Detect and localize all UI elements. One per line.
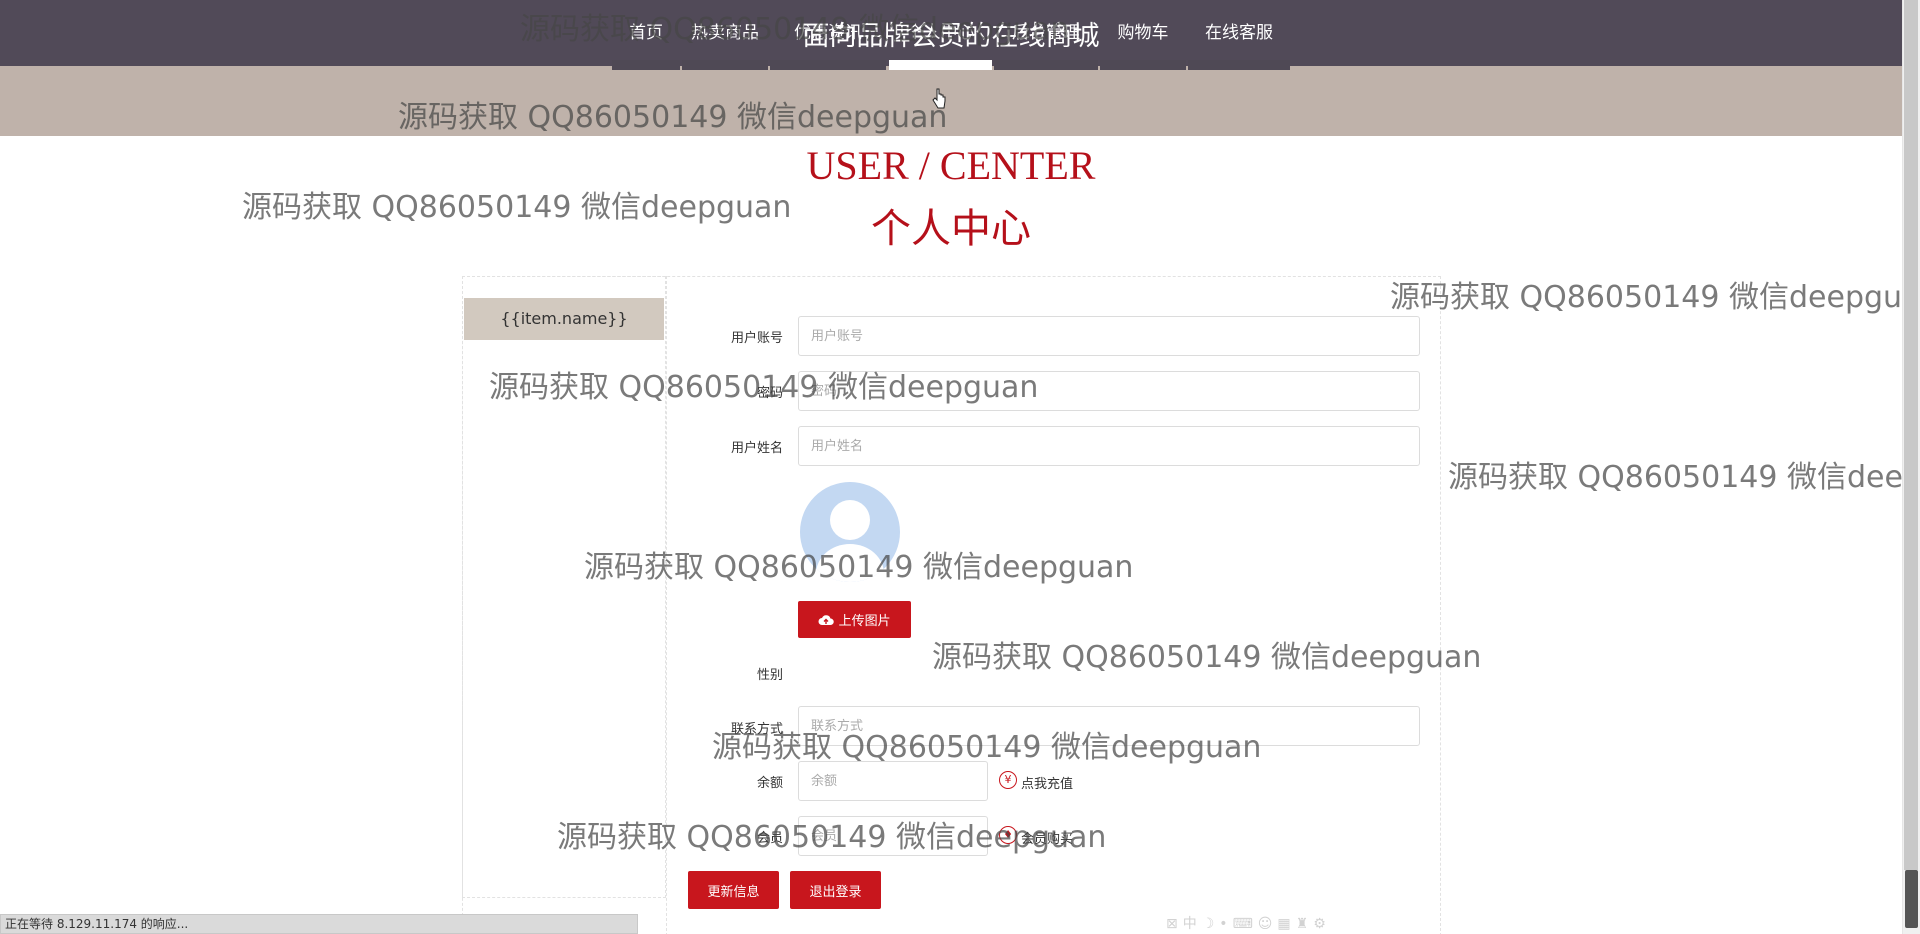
- ime-language-label: 中: [1182, 916, 1202, 932]
- main-nav: [0, 66, 1902, 136]
- scroll-down-button[interactable]: [1905, 870, 1918, 928]
- ime-moon-icon: ☽: [1201, 916, 1220, 932]
- ime-toolbar: ⊠中☽•⌨☺▦♜⚙: [1166, 913, 1366, 933]
- yen-icon: ¥: [999, 771, 1017, 789]
- nav-item-cart[interactable]: 购物车: [1100, 18, 1186, 70]
- ime-grid-icon: ▦: [1277, 916, 1296, 932]
- contact-field[interactable]: [798, 706, 1420, 746]
- sidebar: [462, 276, 666, 898]
- ime-punct-icon: •: [1219, 916, 1233, 932]
- gender-label: 性别: [756, 668, 783, 683]
- nav-item-label: 首页: [629, 23, 663, 43]
- watermark-text: 源码获取 QQ86050149 微信deepguan: [1390, 280, 1920, 315]
- page-title-en: USER / CENTER: [806, 143, 1096, 188]
- recharge-link[interactable]: 点我充值: [1021, 773, 1073, 792]
- update-info-label: 更新信息: [707, 884, 760, 900]
- buy-membership-link[interactable]: 会员购买: [1021, 828, 1073, 847]
- balance-label: 余额: [756, 776, 783, 791]
- ime-logo-icon: ⊠: [1166, 916, 1183, 932]
- fullname-label: 用户姓名: [730, 441, 783, 456]
- status-bar: 正在等待 8.129.11.174 的响应...: [0, 914, 638, 934]
- password-field[interactable]: [798, 371, 1420, 411]
- sidebar-item[interactable]: {{item.name}}: [464, 298, 664, 340]
- nav-item-underline: [770, 60, 886, 70]
- divider: [666, 276, 667, 934]
- hand-cursor-icon: [932, 88, 946, 109]
- nav-item-underline: [889, 60, 992, 70]
- update-info-button[interactable]: 更新信息: [688, 871, 779, 909]
- logout-button[interactable]: 退出登录: [790, 871, 881, 909]
- fullname-field[interactable]: [798, 426, 1420, 466]
- password-label: 密码: [756, 386, 783, 401]
- nav-item-underline: [682, 60, 768, 70]
- upload-image-label: 上传图片: [838, 614, 891, 629]
- contact-label: 联系方式: [730, 722, 783, 737]
- nav-item-admin[interactable]: 后台管理: [994, 18, 1098, 70]
- page-title-cn: 个人中心: [871, 206, 1031, 252]
- ime-gear-icon: ⚙: [1313, 916, 1331, 932]
- nav-item-label: 在线客服: [1205, 23, 1273, 43]
- nav-item-underline: [1100, 60, 1186, 70]
- nav-item-user-center[interactable]: 个人中心: [889, 18, 992, 70]
- logout-label: 退出登录: [809, 884, 862, 900]
- nav-item-label: 个人中心: [906, 23, 975, 43]
- scrollbar-thumb[interactable]: [1904, 0, 1918, 870]
- ime-user-icon: ☺: [1257, 916, 1278, 932]
- upload-image-button[interactable]: 上传图片: [798, 601, 911, 638]
- watermark-text: 源码获取 QQ86050149 微信deepguan: [1448, 460, 1920, 495]
- balance-field[interactable]: [798, 761, 988, 801]
- cloud-upload-icon: [818, 614, 835, 625]
- member-icon: ♦: [999, 826, 1017, 844]
- member-field[interactable]: [798, 816, 988, 856]
- nav-item-label: 购物车: [1117, 23, 1169, 43]
- nav-item-underline: [612, 60, 680, 70]
- avatar: [800, 482, 900, 582]
- nav-item-underline: [994, 60, 1098, 70]
- nav-item-promotions[interactable]: 优惠资讯: [770, 18, 886, 70]
- nav-item-home[interactable]: 首页: [612, 18, 680, 70]
- nav-item-label: 热卖商品: [691, 23, 759, 43]
- nav-item-label: 优惠资讯: [794, 23, 862, 43]
- user-silhouette-icon: [816, 500, 884, 582]
- nav-item-support[interactable]: 在线客服: [1188, 18, 1290, 70]
- ime-shirt-icon: ♜: [1295, 916, 1314, 932]
- nav-item-hot-products[interactable]: 热卖商品: [682, 18, 768, 70]
- nav-item-label: 后台管理: [1012, 23, 1080, 43]
- username-field[interactable]: [798, 316, 1420, 356]
- ime-keyboard-icon: ⌨: [1232, 916, 1258, 932]
- nav-item-underline: [1188, 60, 1290, 70]
- member-label: 会员: [756, 831, 783, 846]
- username-label: 用户账号: [730, 331, 783, 346]
